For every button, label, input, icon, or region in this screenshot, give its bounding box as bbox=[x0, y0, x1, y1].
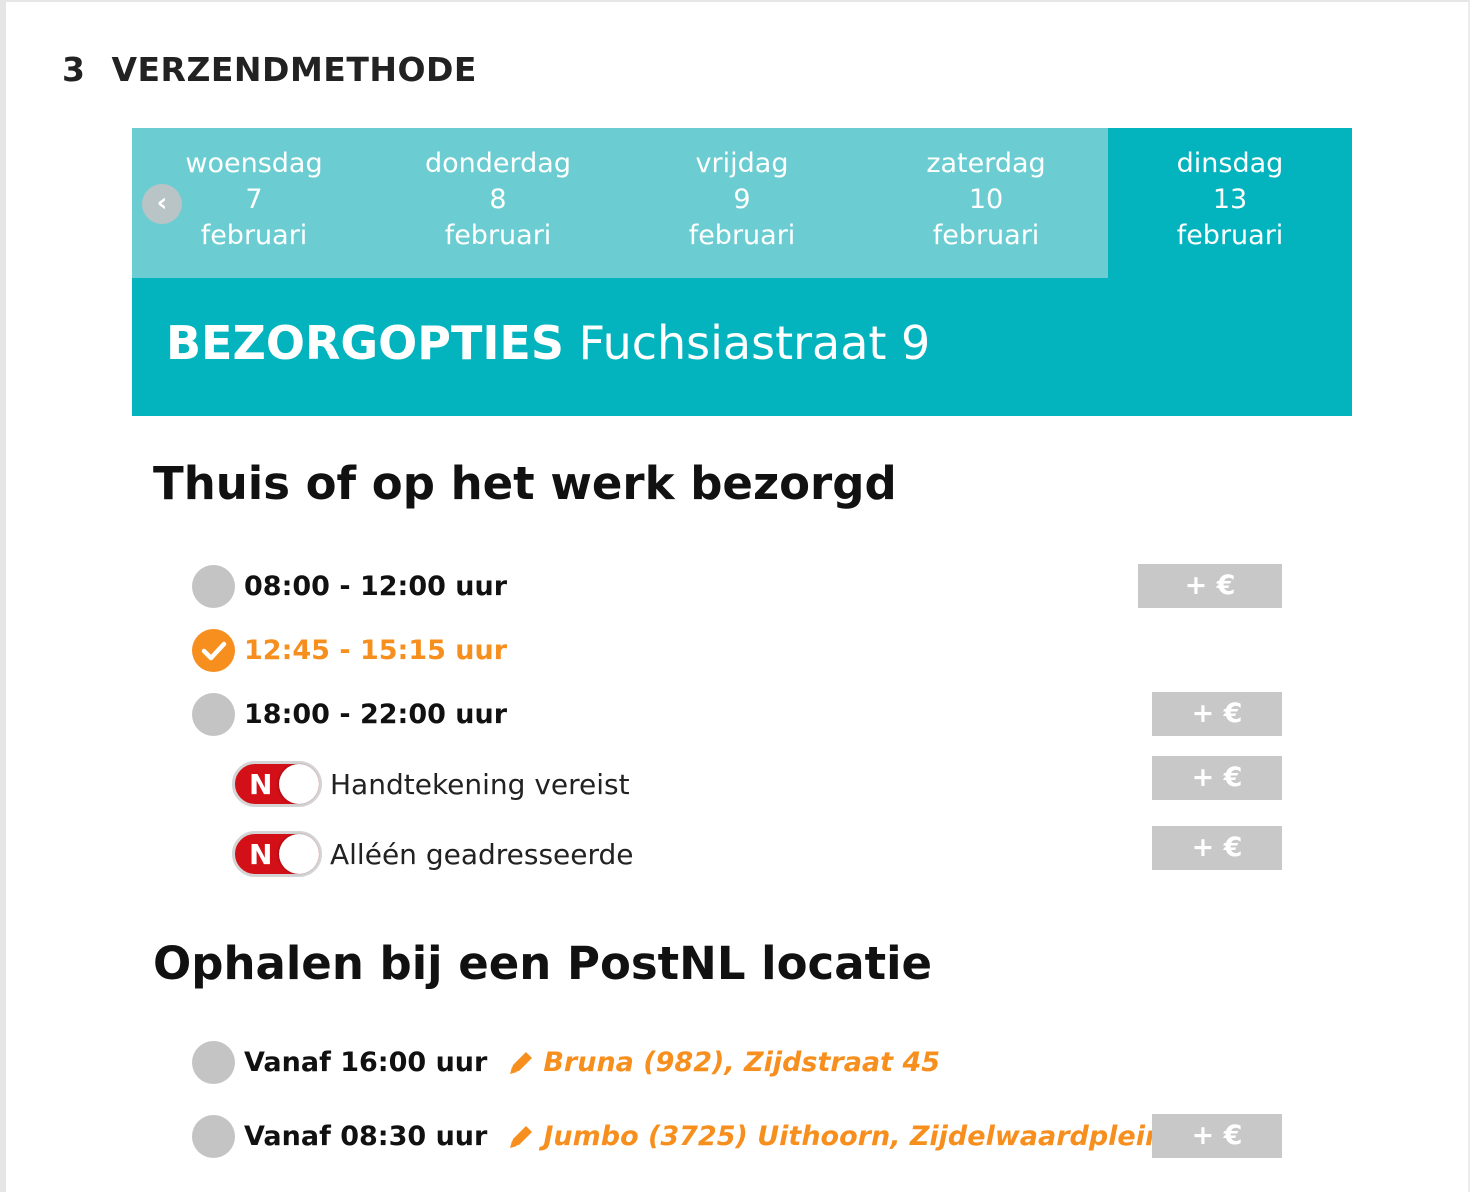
signature-required-option[interactable]: N Handtekening vereist bbox=[232, 760, 630, 808]
time-slot-option-selected[interactable]: 12:45 - 15:15 uur bbox=[192, 628, 507, 672]
pencil-icon bbox=[510, 1052, 533, 1074]
addressee-only-option[interactable]: N Alléén geadresseerde bbox=[232, 830, 634, 878]
day-tab-month: februari bbox=[932, 220, 1040, 251]
pickup-time-label: Vanaf 08:30 uur bbox=[244, 1120, 488, 1152]
radio-button[interactable] bbox=[192, 1114, 235, 1158]
addressee-toggle[interactable]: N bbox=[232, 831, 322, 877]
day-tab-day: 8 bbox=[489, 184, 507, 215]
day-tab-vrijdag[interactable]: vrijdag 9 februari bbox=[620, 128, 864, 278]
day-tab-weekday: zaterdag bbox=[926, 148, 1046, 179]
toggle-knob bbox=[279, 764, 319, 804]
pickup-heading: Ophalen bij een PostNL locatie bbox=[153, 937, 933, 990]
radio-button[interactable] bbox=[192, 564, 235, 608]
pencil-icon bbox=[510, 1126, 533, 1148]
radio-button-checked[interactable] bbox=[192, 628, 235, 672]
day-tab-day: 13 bbox=[1212, 184, 1248, 215]
price-badge: + € 2,00 bbox=[1152, 826, 1282, 907]
radio-button[interactable] bbox=[192, 692, 235, 736]
radio-button[interactable] bbox=[192, 1040, 235, 1084]
day-tab-day: 9 bbox=[733, 184, 751, 215]
day-tab-weekday: vrijdag bbox=[695, 148, 789, 179]
day-tab-zaterdag[interactable]: zaterdag 10 februari bbox=[864, 128, 1108, 278]
change-location-link[interactable]: Jumbo (3725) Uithoorn, Zijdelwaardplein … bbox=[507, 1121, 1211, 1152]
change-location-link[interactable]: Bruna (982), Zijdstraat 45 bbox=[507, 1047, 940, 1078]
time-slot-label: 18:00 - 22:00 uur bbox=[244, 698, 508, 730]
pickup-location-name: Bruna (982), Zijdstraat 45 bbox=[543, 1046, 941, 1078]
section-title: VERZENDMETHODE bbox=[111, 50, 477, 89]
day-tab-month: februari bbox=[1176, 220, 1284, 251]
signature-toggle[interactable]: N bbox=[232, 761, 322, 807]
home-delivery-heading: Thuis of op het werk bezorgd bbox=[153, 457, 897, 510]
day-tab-month: februari bbox=[200, 220, 308, 251]
time-slot-label: 12:45 - 15:15 uur bbox=[244, 634, 508, 666]
day-tab-donderdag[interactable]: donderdag 8 februari bbox=[376, 128, 620, 278]
pickup-location-option[interactable]: Vanaf 08:30 uur Jumbo (3725) Uithoorn, Z… bbox=[192, 1114, 1211, 1158]
pickup-location-option[interactable]: Vanaf 16:00 uur Bruna (982), Zijdstraat … bbox=[192, 1040, 940, 1084]
day-tab-weekday: woensdag bbox=[185, 148, 323, 179]
chevron-left-icon[interactable]: ‹ bbox=[142, 184, 182, 224]
section-heading: 3 VERZENDMETHODE bbox=[62, 50, 477, 89]
day-tab-month: februari bbox=[444, 220, 552, 251]
signature-required-label: Handtekening vereist bbox=[330, 767, 630, 801]
checkmark-icon bbox=[201, 641, 227, 660]
time-slot-option[interactable]: 18:00 - 22:00 uur bbox=[192, 692, 507, 736]
day-tab-month: februari bbox=[688, 220, 796, 251]
pickup-location-name: Jumbo (3725) Uithoorn, Zijdelwaardplein … bbox=[543, 1120, 1212, 1152]
price-badge: + € 10,00 bbox=[1138, 564, 1282, 645]
day-tab-day: 10 bbox=[968, 184, 1004, 215]
toggle-knob bbox=[279, 834, 319, 874]
price-badge: + € 2,00 bbox=[1152, 1114, 1282, 1195]
price-badge: + € 2,00 bbox=[1152, 692, 1282, 773]
section-number: 3 bbox=[62, 50, 86, 89]
pickup-time-label: Vanaf 16:00 uur bbox=[244, 1046, 488, 1078]
day-tab-weekday: donderdag bbox=[425, 148, 571, 179]
price-badge: + € 2,00 bbox=[1152, 756, 1282, 837]
toggle-state-label: N bbox=[249, 768, 273, 801]
time-slot-label: 08:00 - 12:00 uur bbox=[244, 570, 508, 602]
page-frame: 3 VERZENDMETHODE woensdag 7 februari dond… bbox=[0, 0, 1470, 1195]
delivery-day-tabs: woensdag 7 februari donderdag 8 februari… bbox=[132, 128, 1352, 278]
addressee-only-label: Alléén geadresseerde bbox=[330, 837, 634, 871]
banner-title: BEZORGOPTIES bbox=[166, 316, 564, 370]
toggle-state-label: N bbox=[249, 838, 273, 871]
banner-address: Fuchsiastraat 9 bbox=[578, 316, 931, 370]
time-slot-option[interactable]: 08:00 - 12:00 uur bbox=[192, 564, 507, 608]
day-tab-weekday: dinsdag bbox=[1176, 148, 1284, 179]
day-tab-dinsdag[interactable]: dinsdag 13 februari bbox=[1108, 128, 1352, 278]
delivery-options-banner: BEZORGOPTIES Fuchsiastraat 9 bbox=[132, 278, 1352, 416]
